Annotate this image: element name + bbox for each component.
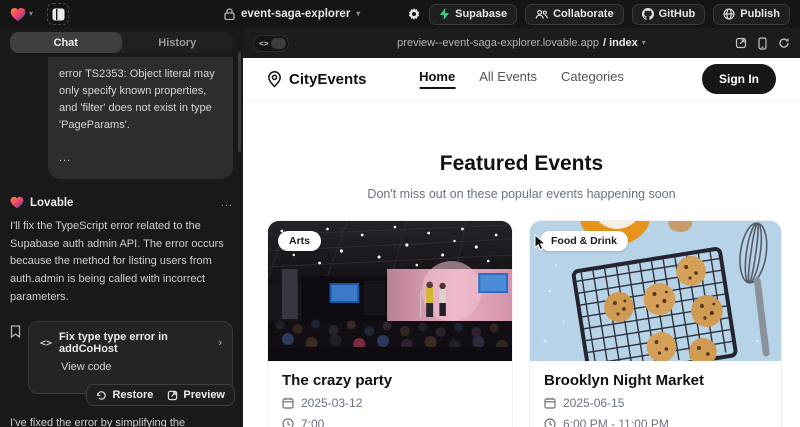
- github-icon: [642, 8, 654, 20]
- chevron-down-icon: ▾: [642, 39, 646, 47]
- people-icon: [535, 9, 548, 20]
- restore-icon: [96, 390, 107, 401]
- site-brand[interactable]: CityEvents: [267, 71, 367, 88]
- restore-button[interactable]: Restore: [96, 389, 153, 401]
- toggle-knob: [271, 38, 286, 49]
- chat-scrollbar[interactable]: [238, 52, 241, 152]
- site-viewport: CityEvents Home All Events Categories Si…: [243, 58, 800, 427]
- code-icon: <>: [40, 338, 52, 349]
- code-card-title: Fix type type error in addCoHost: [59, 331, 211, 355]
- sidebar-panel-icon: [52, 8, 65, 21]
- chevron-right-icon: ›: [218, 337, 222, 349]
- external-link-icon: [735, 37, 747, 49]
- external-link-icon: [167, 390, 178, 401]
- collaborate-label: Collaborate: [553, 8, 614, 20]
- assistant-name: Lovable: [30, 197, 73, 209]
- nav-home[interactable]: Home: [419, 69, 455, 89]
- bookmark-icon: [10, 321, 21, 394]
- clock-icon: [544, 418, 556, 427]
- nav-all-events[interactable]: All Events: [479, 69, 537, 89]
- event-card-crazy-party[interactable]: Arts The crazy party 2025-03-12 7:00: [267, 220, 513, 427]
- calendar-icon: [544, 397, 556, 409]
- publish-button[interactable]: Publish: [713, 4, 790, 25]
- code-edit-card[interactable]: <> Fix type type error in addCoHost › Vi…: [28, 321, 233, 394]
- preview-label: Preview: [183, 389, 225, 401]
- event-title: The crazy party: [282, 372, 498, 389]
- mobile-device-icon: [758, 37, 767, 50]
- preview-toolbar: <> preview--event-saga-explorer.lovable.…: [243, 28, 800, 58]
- globe-icon: [723, 8, 735, 20]
- supabase-button[interactable]: Supabase: [429, 4, 517, 25]
- open-in-new-tab-button[interactable]: [735, 37, 747, 49]
- chevron-down-icon: ▾: [356, 10, 360, 18]
- assistant-header: Lovable ...: [10, 196, 233, 209]
- lock-icon: [224, 8, 235, 20]
- settings-button[interactable]: [407, 7, 421, 21]
- preview-url: preview--event-saga-explorer.lovable.app: [397, 37, 599, 49]
- chat-history-tabs: Chat History: [10, 32, 233, 53]
- event-date-row: 2025-06-15: [544, 396, 767, 410]
- event-card-brooklyn-market[interactable]: Food & Drink Brooklyn Night Market 2025-…: [529, 220, 782, 427]
- category-badge: Food & Drink: [540, 231, 628, 251]
- refresh-button[interactable]: [778, 37, 790, 49]
- event-time: 6:00 PM - 11:00 PM: [563, 417, 669, 427]
- event-cards: Arts The crazy party 2025-03-12 7:00: [243, 201, 800, 427]
- hero-subtitle: Don't miss out on these popular events h…: [243, 187, 800, 201]
- message-menu-button[interactable]: ...: [221, 197, 233, 209]
- preview-pane: <> preview--event-saga-explorer.lovable.…: [243, 28, 800, 427]
- supabase-label: Supabase: [455, 8, 507, 20]
- user-message-text: error TS2353: Object literal may only sp…: [59, 66, 222, 134]
- project-switcher[interactable]: event-saga-explorer ▾: [224, 8, 360, 20]
- tab-chat[interactable]: Chat: [10, 32, 122, 53]
- assistant-message-2: I've fixed the error by simplifying the …: [10, 415, 233, 427]
- calendar-icon: [282, 397, 294, 409]
- hero-title: Featured Events: [243, 152, 800, 176]
- code-icon: <>: [259, 39, 269, 48]
- event-date: 2025-06-15: [563, 396, 624, 410]
- lovable-heart-icon: [10, 7, 26, 22]
- mobile-view-button[interactable]: [758, 37, 767, 50]
- publish-label: Publish: [740, 8, 780, 20]
- site-brand-name: CityEvents: [289, 71, 367, 88]
- collaborate-button[interactable]: Collaborate: [525, 4, 624, 25]
- site-header: CityEvents Home All Events Categories Si…: [243, 58, 800, 101]
- view-code-link[interactable]: View code: [61, 361, 222, 373]
- preview-path: / index: [603, 37, 638, 49]
- project-name: event-saga-explorer: [241, 8, 350, 20]
- user-message-bubble: error TS2353: Object literal may only sp…: [48, 57, 233, 179]
- lovable-logo-menu[interactable]: ▾: [10, 7, 33, 22]
- event-time: 7:00: [301, 417, 324, 427]
- event-time-row: 7:00: [282, 417, 498, 427]
- github-label: GitHub: [659, 8, 696, 20]
- event-date-row: 2025-03-12: [282, 396, 498, 410]
- sign-in-button[interactable]: Sign In: [702, 64, 776, 94]
- app-topbar: ▾ event-saga-explorer ▾ Supabase C: [0, 0, 800, 28]
- toggle-sidebar-button[interactable]: [47, 3, 69, 25]
- clock-icon: [282, 418, 294, 427]
- message-ellipsis: ...: [59, 150, 222, 167]
- tab-history[interactable]: History: [122, 32, 234, 53]
- refresh-icon: [778, 37, 790, 49]
- gear-icon: [407, 7, 421, 21]
- supabase-bolt-icon: [439, 8, 450, 20]
- code-preview-toggle[interactable]: <>: [253, 35, 289, 52]
- category-badge: Arts: [278, 231, 321, 251]
- event-date: 2025-03-12: [301, 396, 362, 410]
- restore-label: Restore: [112, 389, 153, 401]
- assistant-message-1: I'll fix the TypeScript error related to…: [10, 218, 233, 306]
- lovable-heart-icon: [10, 196, 24, 209]
- code-change-widget: <> Fix type type error in addCoHost › Vi…: [10, 321, 233, 394]
- hero-section: Featured Events Don't miss out on these …: [243, 152, 800, 201]
- preview-button[interactable]: Preview: [167, 389, 225, 401]
- chevron-down-icon: ▾: [29, 10, 33, 18]
- nav-categories[interactable]: Categories: [561, 69, 624, 89]
- github-button[interactable]: GitHub: [632, 4, 706, 25]
- event-title: Brooklyn Night Market: [544, 372, 767, 389]
- site-nav: Home All Events Categories: [419, 69, 624, 89]
- code-card-actions: Restore Preview: [86, 384, 235, 406]
- chat-panel: Chat History error TS2353: Object litera…: [0, 28, 243, 427]
- preview-url-selector[interactable]: preview--event-saga-explorer.lovable.app…: [397, 37, 646, 49]
- location-pin-icon: [267, 71, 282, 88]
- event-time-row: 6:00 PM - 11:00 PM: [544, 417, 767, 427]
